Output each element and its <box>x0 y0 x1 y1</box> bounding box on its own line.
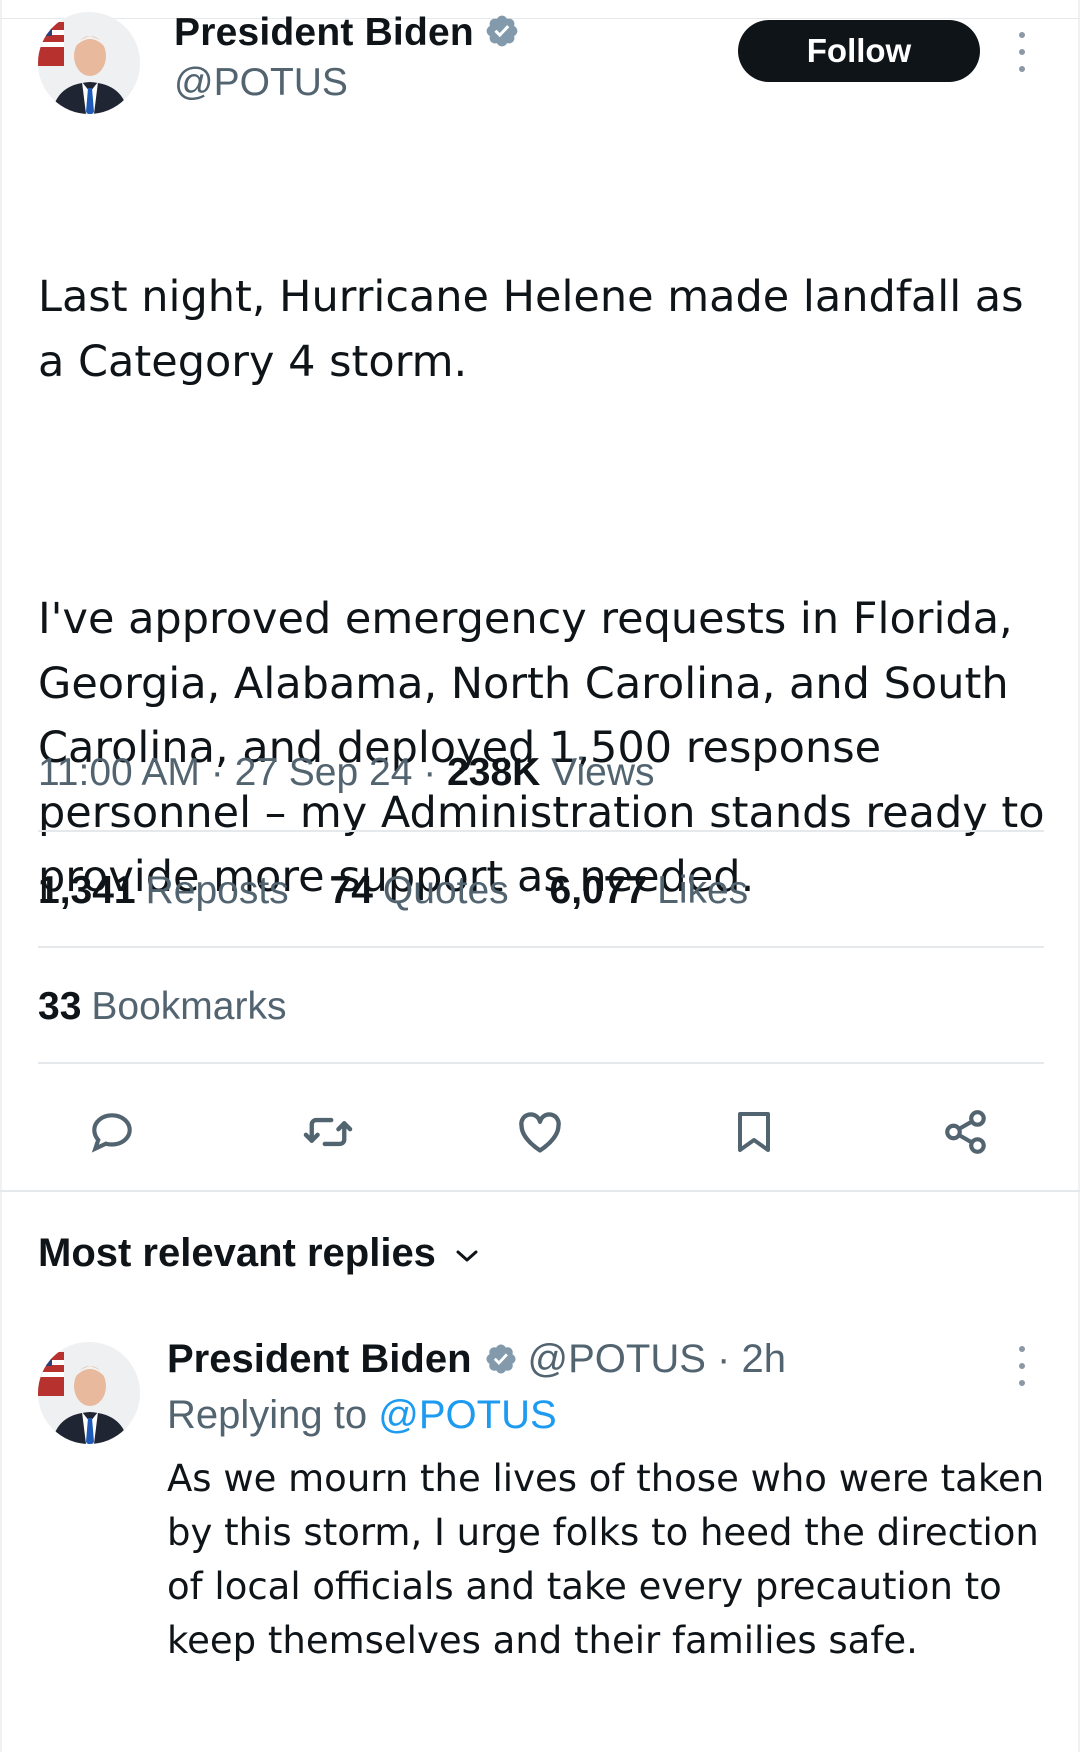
tweet-time[interactable]: 11:00 AM <box>38 751 200 794</box>
reply-icon[interactable] <box>84 1104 140 1160</box>
reposts-stat[interactable]: 1,341 Reposts <box>38 869 289 912</box>
reply-header: President Biden @POTUS · 2h <box>167 1334 786 1384</box>
engagement-stats: 1,341 Reposts 74 Quotes 6,077 Likes <box>38 866 778 916</box>
reply-text: As we mourn the lives of those who were … <box>167 1457 1045 1662</box>
divider <box>38 830 1044 832</box>
more-options-icon[interactable] <box>1012 32 1032 72</box>
avatar-portrait-icon <box>38 12 140 114</box>
verified-badge-icon <box>485 1344 516 1374</box>
replies-sort-label: Most relevant replies <box>38 1231 436 1275</box>
bookmarks-count: 33 <box>38 985 82 1028</box>
likes-count: 6,077 <box>549 869 648 912</box>
replying-to-prefix: Replying to <box>167 1393 368 1437</box>
author-name[interactable]: President Biden <box>174 10 520 56</box>
quotes-count: 74 <box>329 869 373 912</box>
reply-avatar[interactable] <box>38 1342 140 1444</box>
share-icon[interactable] <box>938 1104 994 1160</box>
replies-sort-dropdown[interactable]: Most relevant replies <box>38 1228 480 1278</box>
author-avatar[interactable] <box>38 12 140 114</box>
chevron-down-icon <box>456 1250 478 1262</box>
reply-handle-time[interactable]: @POTUS · 2h <box>528 1334 786 1384</box>
left-edge <box>0 0 2 1752</box>
author-handle[interactable]: @POTUS <box>174 60 348 106</box>
tweet-detail-page: President Biden @POTUS Follow Last night… <box>0 0 1080 1752</box>
likes-label: Likes <box>657 869 749 912</box>
reposts-label: Reposts <box>145 869 289 912</box>
verified-badge-icon <box>486 15 518 47</box>
bookmarks-label: Bookmarks <box>91 985 287 1028</box>
quotes-label: Quotes <box>382 869 509 912</box>
replying-to: Replying to @POTUS <box>167 1390 557 1440</box>
views-count: 238K <box>447 751 541 794</box>
bookmark-icon[interactable] <box>726 1104 782 1160</box>
meta-separator: · <box>423 751 437 794</box>
reply-more-options-icon[interactable] <box>1012 1346 1032 1386</box>
meta-separator: · <box>210 751 224 794</box>
reposts-count: 1,341 <box>38 869 136 912</box>
likes-stat[interactable]: 6,077 Likes <box>550 869 749 912</box>
tweet-date[interactable]: 27 Sep 24 <box>235 751 413 794</box>
avatar-portrait-icon <box>38 1342 140 1444</box>
divider <box>38 1062 1044 1064</box>
reply-author-name[interactable]: President Biden <box>167 1334 472 1384</box>
author-name-text[interactable]: President Biden <box>174 11 474 54</box>
repost-icon[interactable] <box>300 1104 356 1160</box>
divider <box>38 946 1044 948</box>
tweet-meta: 11:00 AM · 27 Sep 24 · 238K Views <box>38 748 655 798</box>
tweet-paragraph: Last night, Hurricane Helene made landfa… <box>38 272 1038 387</box>
replying-to-mention[interactable]: @POTUS <box>378 1393 556 1437</box>
quotes-stat[interactable]: 74 Quotes <box>330 869 509 912</box>
bookmarks-stat: 33 Bookmarks <box>38 982 286 1032</box>
views-label: Views <box>551 751 655 794</box>
follow-button[interactable]: Follow <box>738 20 980 82</box>
like-icon[interactable] <box>512 1104 568 1160</box>
section-divider <box>0 1190 1080 1192</box>
top-divider <box>0 18 1080 19</box>
